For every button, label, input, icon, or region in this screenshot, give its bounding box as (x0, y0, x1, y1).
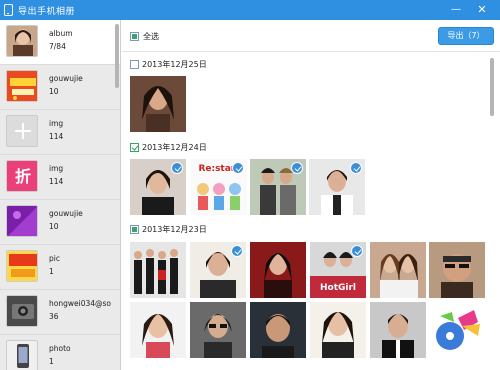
date-label: 2013年12月23日 (142, 225, 207, 234)
date-group-checkbox[interactable]: 2013年12月24日 (130, 142, 207, 153)
photo-thumbnail[interactable] (130, 302, 186, 358)
coupon-thumbnail-icon (6, 250, 38, 282)
portrait-thumbnail-icon (6, 25, 38, 57)
album-count: 10 (49, 87, 59, 96)
photo-thumbnail[interactable] (250, 242, 306, 298)
svg-text:折: 折 (15, 167, 31, 186)
album-item-album[interactable]: album 7/84 (0, 20, 120, 65)
album-count: 1 (49, 267, 54, 276)
checkbox-partial-icon (130, 225, 139, 234)
date-group-checkbox[interactable]: 2013年12月23日 (130, 224, 207, 235)
promo-banner-thumbnail-icon (6, 70, 38, 102)
photo-thumbnail[interactable] (309, 159, 365, 215)
album-item-img[interactable]: img 114 (0, 110, 120, 155)
date-label: 2013年12月24日 (142, 143, 207, 152)
album-name: hongwei034@so... (49, 299, 111, 308)
photo-thumbnail[interactable]: Re:start (191, 159, 247, 215)
photo-thumbnail[interactable] (190, 302, 246, 358)
photo-thumbnail[interactable] (130, 242, 186, 298)
window-title: 导出手机相册 (18, 6, 76, 17)
photo-thumbnail[interactable] (250, 159, 306, 215)
date-label: 2013年12月25日 (142, 60, 207, 69)
svg-text:HotGirl: HotGirl (320, 283, 356, 293)
album-name: gouwujie (49, 74, 83, 83)
select-all-label: 全选 (143, 32, 159, 41)
sidebar-scrollbar[interactable] (115, 24, 119, 88)
album-count: 114 (49, 177, 64, 186)
album-item-gouwujie-2[interactable]: gouwujie 10 (0, 200, 120, 245)
minimize-button[interactable]: — (448, 2, 464, 18)
selected-check-icon (291, 162, 303, 174)
album-name: pic (49, 254, 60, 263)
album-item-pic[interactable]: pic 1 (0, 245, 120, 290)
album-item-hongwei[interactable]: hongwei034@so... 36 (0, 290, 120, 335)
photo-thumbnail[interactable]: HotGirl (310, 242, 366, 298)
album-item-img-2[interactable]: 折 img 114 (0, 155, 120, 200)
plus-icon (6, 115, 38, 147)
album-count: 7/84 (49, 42, 66, 51)
main-scrollbar[interactable] (490, 58, 494, 116)
checkbox-checked-icon (130, 143, 139, 152)
phone-icon (4, 4, 13, 16)
photo-panel: 全选 导出（7） 2013年12月25日 2013年12月24日 Re:star… (122, 20, 500, 370)
select-all-checkbox[interactable]: 全选 (130, 31, 159, 42)
album-name: gouwujie (49, 209, 83, 218)
album-name: album (49, 29, 73, 38)
album-count: 10 (49, 222, 59, 231)
photo-thumbnail[interactable] (190, 242, 246, 298)
album-count: 1 (49, 357, 54, 366)
checkbox-partial-icon (130, 32, 139, 41)
discount-tag-icon: 折 (6, 160, 38, 192)
photo-thumbnail[interactable] (130, 76, 186, 132)
close-button[interactable]: ✕ (474, 2, 490, 18)
album-sidebar: album 7/84 gouwujie 10 img 114 折 img 114… (0, 20, 121, 370)
selected-check-icon (171, 162, 183, 174)
toolbar: 全选 导出（7） (122, 20, 500, 52)
album-count: 36 (49, 312, 59, 321)
photo-thumbnail[interactable] (430, 302, 486, 358)
date-group-checkbox[interactable]: 2013年12月25日 (130, 59, 207, 70)
album-item-photo[interactable]: photo 1 (0, 335, 120, 370)
photo-thumbnail[interactable] (250, 302, 306, 358)
photo-thumbnail[interactable] (130, 159, 186, 215)
photo-thumbnail[interactable] (370, 242, 426, 298)
photo-thumbnail[interactable] (310, 302, 366, 358)
phone-thumbnail-icon (6, 340, 38, 370)
selected-check-icon (231, 245, 243, 257)
album-name: img (49, 119, 64, 128)
checkbox-icon (130, 60, 139, 69)
photo-thumbnail[interactable] (370, 302, 426, 358)
camera-icon (6, 295, 38, 327)
selected-check-icon (232, 162, 244, 174)
export-button[interactable]: 导出（7） (438, 27, 494, 45)
album-count: 114 (49, 132, 64, 141)
photo-thumbnail[interactable] (429, 242, 485, 298)
selected-check-icon (350, 162, 362, 174)
album-name: photo (49, 344, 71, 353)
album-item-gouwujie[interactable]: gouwujie 10 (0, 65, 120, 110)
title-bar: 导出手机相册 (0, 0, 500, 20)
purple-banner-thumbnail-icon (6, 205, 38, 237)
selected-check-icon (351, 245, 363, 257)
album-name: img (49, 164, 64, 173)
